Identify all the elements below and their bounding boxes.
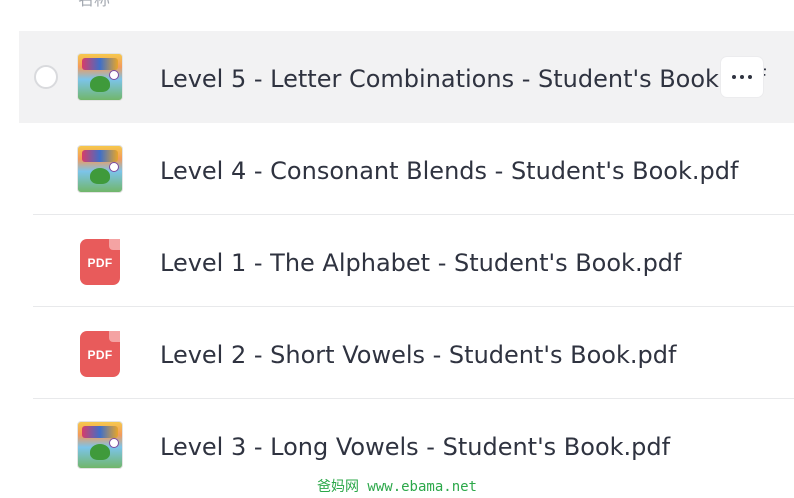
file-name[interactable]: Level 3 - Long Vowels - Student's Book.p… bbox=[160, 433, 670, 461]
site-watermark: 爸妈网 www.ebama.net bbox=[316, 479, 477, 495]
file-name[interactable]: Level 2 - Short Vowels - Student's Book.… bbox=[160, 341, 676, 369]
file-name[interactable]: Level 4 - Consonant Blends - Student's B… bbox=[160, 157, 738, 185]
file-list: Level 5 - Letter Combinations - Student'… bbox=[0, 31, 794, 491]
book-cover-icon bbox=[77, 421, 123, 469]
book-cover-icon bbox=[77, 145, 123, 193]
select-radio[interactable] bbox=[34, 65, 58, 89]
book-cover-thumbnail bbox=[77, 145, 123, 193]
file-row[interactable]: Level 5 - Letter Combinations - Student'… bbox=[19, 31, 794, 123]
file-name[interactable]: Level 1 - The Alphabet - Student's Book.… bbox=[160, 249, 681, 277]
name-column-header[interactable]: 名称 bbox=[78, 0, 110, 9]
pdf-icon-label: PDF bbox=[87, 256, 113, 270]
file-row[interactable]: PDF Level 1 - The Alphabet - Student's B… bbox=[0, 215, 794, 307]
book-cover-thumbnail bbox=[77, 421, 123, 469]
file-name[interactable]: Level 5 - Letter Combinations - Student'… bbox=[160, 65, 765, 93]
pdf-icon: PDF bbox=[80, 331, 120, 377]
more-actions-button[interactable] bbox=[721, 57, 763, 97]
book-cover-icon bbox=[77, 53, 123, 101]
file-row[interactable]: Level 4 - Consonant Blends - Student's B… bbox=[0, 123, 794, 215]
pdf-icon: PDF bbox=[80, 239, 120, 285]
file-browser: 名称 Level 5 - Letter Combinations - Stude… bbox=[0, 0, 794, 498]
pdf-icon-label: PDF bbox=[87, 348, 113, 362]
book-cover-thumbnail bbox=[77, 53, 123, 101]
more-horizontal-icon bbox=[732, 75, 736, 79]
file-row[interactable]: PDF Level 2 - Short Vowels - Student's B… bbox=[0, 307, 794, 399]
